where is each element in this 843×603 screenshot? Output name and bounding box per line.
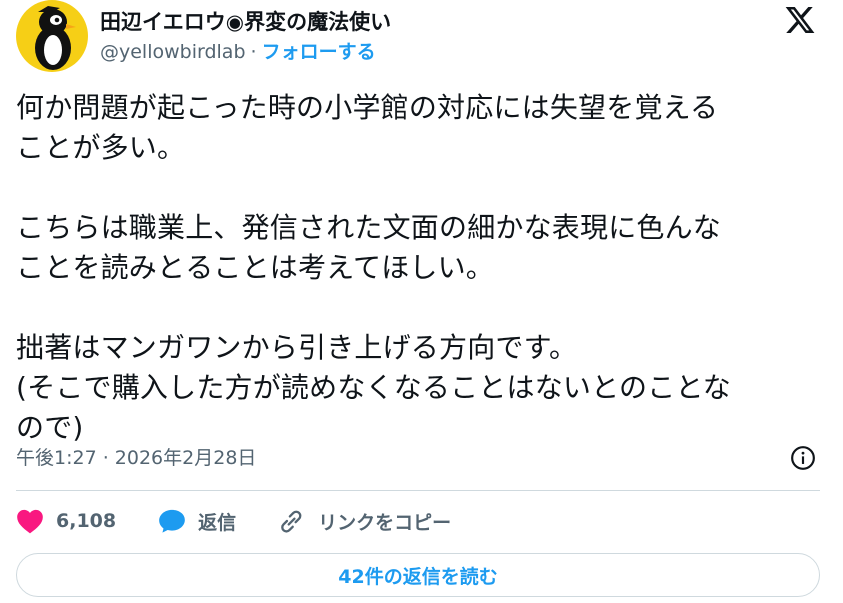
read-replies-button[interactable]: 42件の返信を読む bbox=[16, 553, 820, 597]
copy-link-button[interactable]: リンクをコピー bbox=[276, 508, 451, 535]
divider bbox=[16, 490, 820, 491]
like-count: 6,108 bbox=[56, 510, 117, 532]
reply-button[interactable]: 返信 bbox=[158, 508, 236, 535]
heart-icon bbox=[17, 509, 43, 534]
avatar[interactable] bbox=[16, 0, 88, 72]
reply-label: 返信 bbox=[198, 511, 237, 534]
tweet-text: 何か問題が起こった時の小学館の対応には失望を覚える ことが多い。 こちらは職業上… bbox=[16, 91, 732, 444]
speech-bubble-icon bbox=[159, 509, 185, 533]
copy-link-label: リンクをコピー bbox=[318, 511, 452, 534]
tweet-timestamp[interactable]: 午後1:27 · 2026年2月28日 bbox=[16, 443, 256, 470]
tweet-actions: 6,108 返信 リンクをコピー bbox=[16, 505, 451, 537]
author-subline: @yellowbirdlab · フォローする bbox=[100, 37, 376, 64]
follow-button[interactable]: フォローする bbox=[262, 41, 376, 63]
penguin-avatar-image bbox=[35, 6, 76, 70]
like-button[interactable]: 6,108 bbox=[16, 508, 116, 534]
x-logo-icon[interactable] bbox=[783, 4, 817, 36]
link-icon bbox=[281, 510, 302, 533]
info-icon[interactable] bbox=[790, 445, 816, 471]
separator-dot: · bbox=[250, 41, 257, 63]
author-handle[interactable]: @yellowbirdlab bbox=[100, 41, 246, 63]
author-display-name[interactable]: 田辺イエロウ◉界変の魔法使い bbox=[100, 6, 391, 36]
